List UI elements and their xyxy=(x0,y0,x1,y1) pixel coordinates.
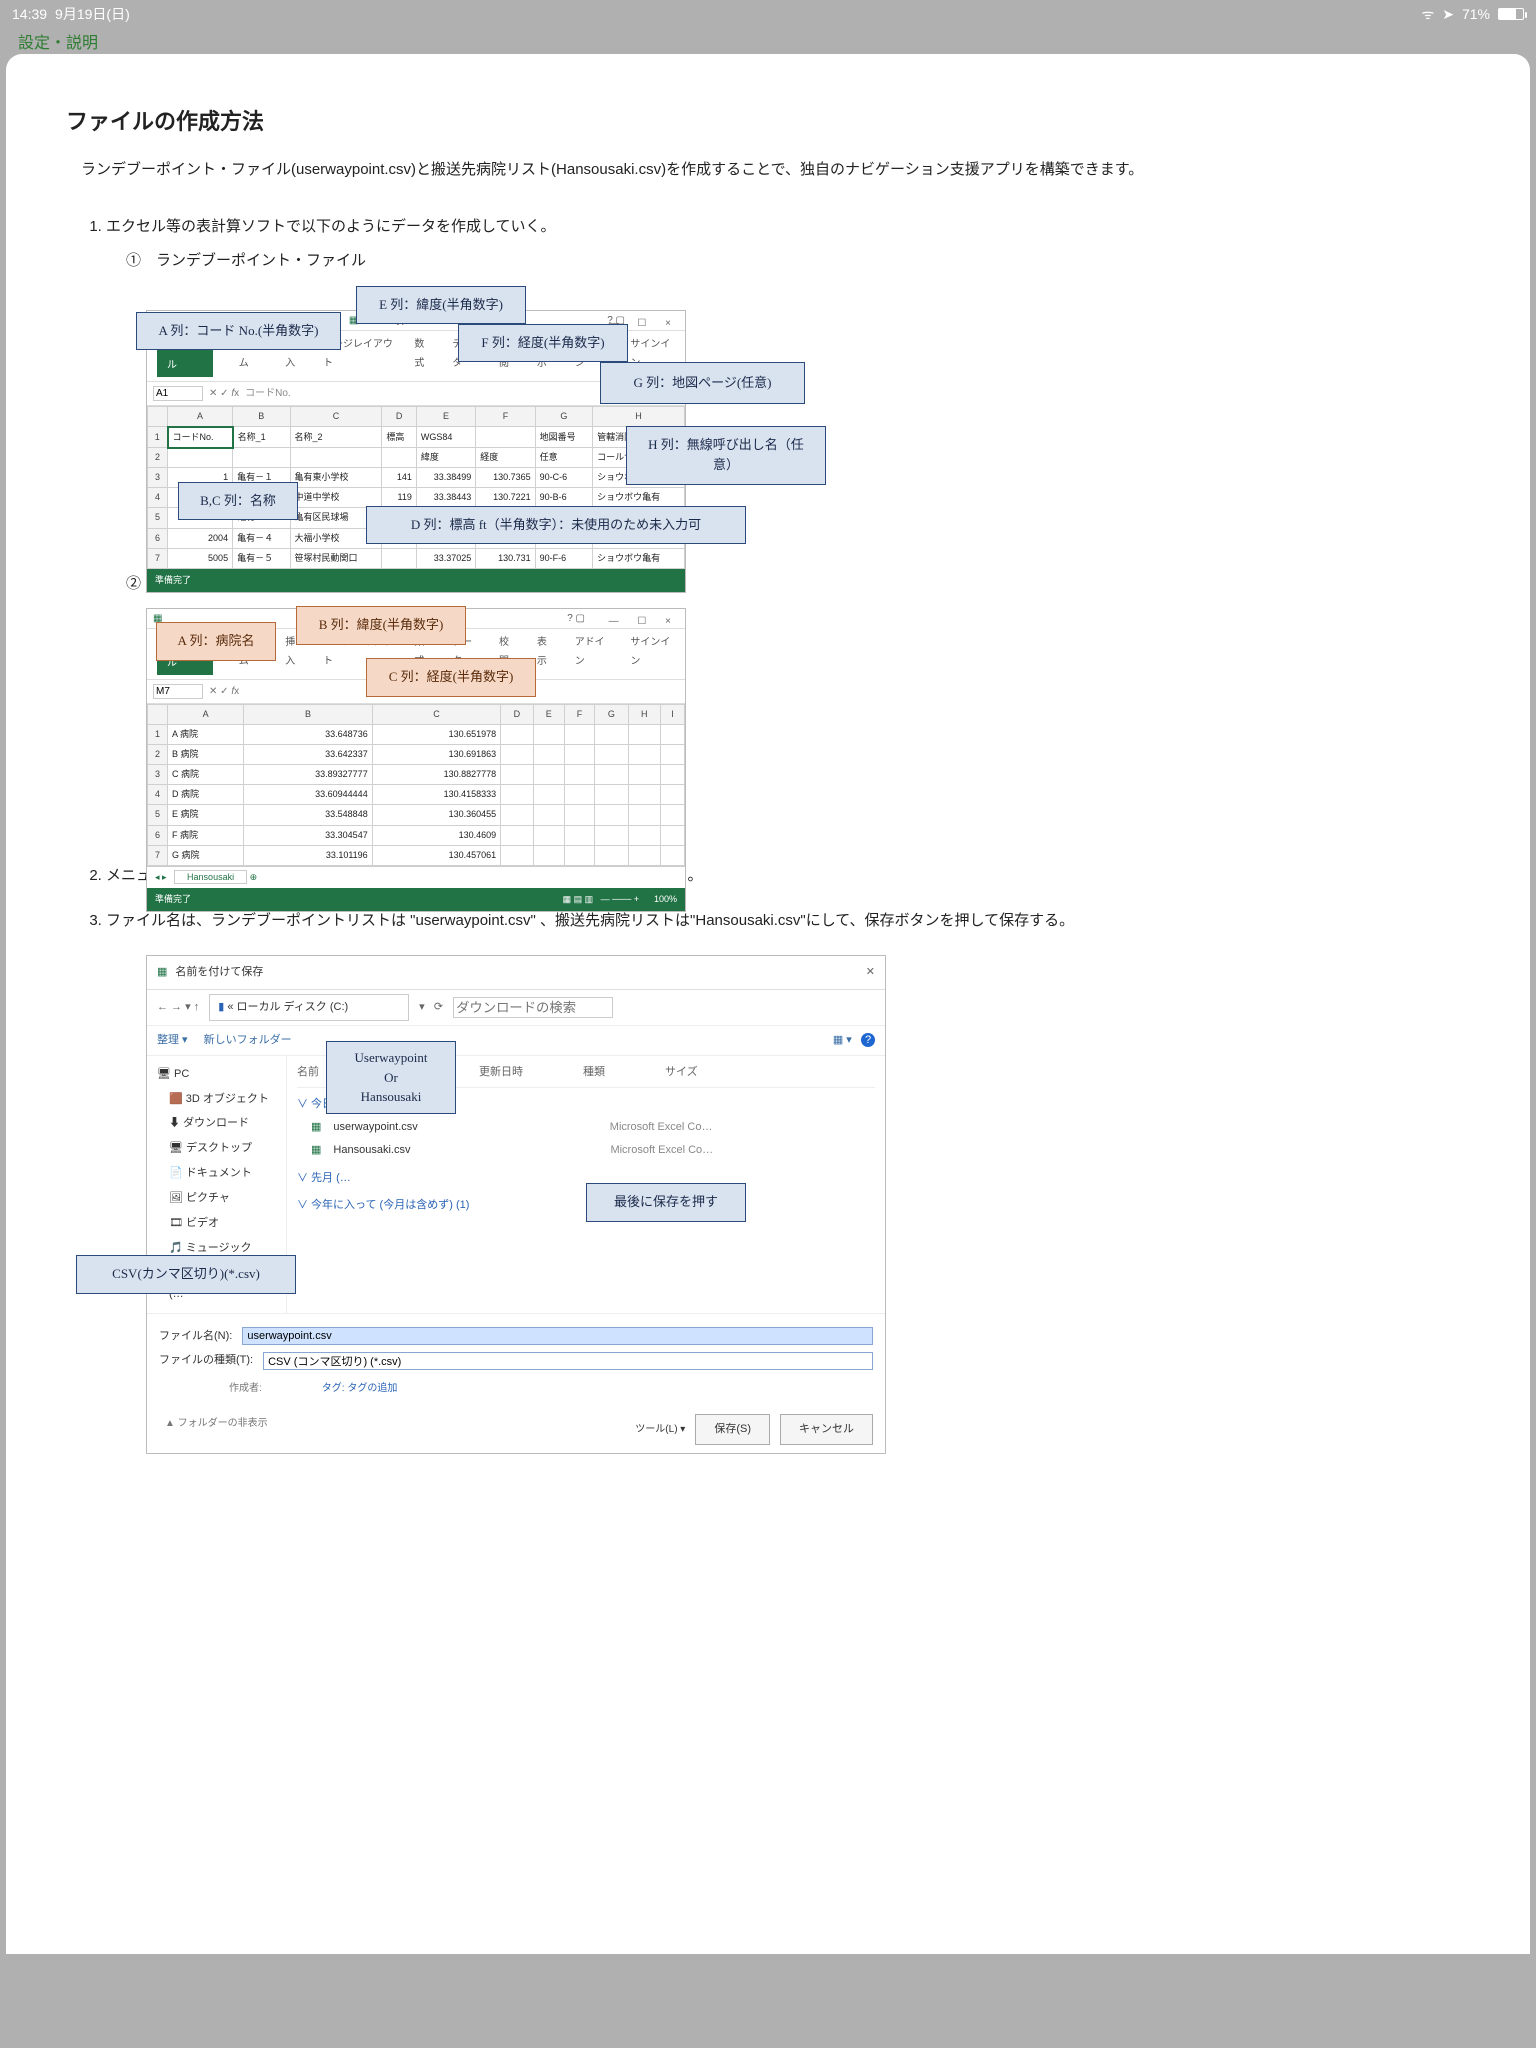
status-bar: 14:39 9月19日(日) ᯤ ➤ 71% xyxy=(0,0,1536,28)
callout-E: E 列：緯度(半角数字) xyxy=(356,286,526,325)
table-row: 7G 病院33.101196130.457061 xyxy=(148,845,685,865)
callout3-file: Userwaypoint Or Hansousaki xyxy=(326,1041,456,1114)
table-row: 1 コードNo. 名称_1 名称_2 標高 WGS84 地図番号 管轄消防 xyxy=(148,427,685,448)
callout-BC: B,C 列：名称 xyxy=(178,482,298,521)
cancel-button[interactable]: キャンセル xyxy=(780,1414,873,1445)
dialog-title: 名前を付けて保存 xyxy=(175,962,263,983)
step-3: ファイル名は、ランデブーポイントリストは "userwaypoint.csv" … xyxy=(106,907,1470,1316)
steps-list: エクセル等の表計算ソフトで以下のようにデータを作成していく。 ① ランデブーポイ… xyxy=(66,213,1470,1316)
figure-2: A 列：病院名 B 列：緯度(半角数字) C 列：経度(半角数字) ▦ ? ▢ … xyxy=(146,608,886,838)
settings-help-link[interactable]: 設定・説明 xyxy=(18,29,98,53)
callout-G: G 列：地図ページ(任意) xyxy=(600,362,805,405)
table-row: 4D 病院33.60944444130.4158333 xyxy=(148,785,685,805)
table-row: 1A 病院33.648736130.651978 xyxy=(148,725,685,745)
callout2-C: C 列：経度(半角数字) xyxy=(366,658,536,697)
callout-D: D 列：標高 ft（半角数字）：未使用のため未入力可 xyxy=(366,506,746,545)
intro-text: ランデブーポイント・ファイル(userwaypoint.csv)と搬送先病院リス… xyxy=(66,156,1470,185)
page-title: ファイルの作成方法 xyxy=(66,104,1470,136)
figure-3: ▦ 名前を付けて保存 ✕ ← → ▾ ↑ ▮ « ローカル ディスク (C:) … xyxy=(146,955,886,1315)
excel1-statusbar: 準備完了 xyxy=(147,569,685,592)
battery-icon xyxy=(1498,8,1524,20)
step1-sub1: ① ランデブーポイント・ファイル xyxy=(126,247,1470,276)
list-item: ▦userwaypoint.csvMicrosoft Excel Co… xyxy=(297,1116,875,1139)
location-icon: ➤ xyxy=(1442,6,1454,23)
step-1: エクセル等の表計算ソフトで以下のようにデータを作成していく。 ① ランデブーポイ… xyxy=(106,213,1470,839)
save-dialog: ▦ 名前を付けて保存 ✕ ← → ▾ ↑ ▮ « ローカル ディスク (C:) … xyxy=(146,955,886,1454)
sheet-tab[interactable]: ◂ ▸ Hansousaki ⊕ xyxy=(147,866,685,888)
namebox[interactable] xyxy=(153,684,203,699)
table-row: 2B 病院33.642337130.691863 xyxy=(148,745,685,765)
figure-1: E 列：緯度(半角数字) A 列：コード No.(半角数字) F 列：経度(半角… xyxy=(146,286,886,546)
callout-A: A 列：コード No.(半角数字) xyxy=(136,312,341,351)
save-button[interactable]: 保存(S) xyxy=(695,1414,770,1445)
callout3-save: 最後に保存を押す xyxy=(586,1183,746,1222)
document-sheet: ファイルの作成方法 ランデブーポイント・ファイル(userwaypoint.cs… xyxy=(6,54,1530,1954)
callout-H: H 列：無線呼び出し名（任意） xyxy=(626,426,826,486)
callout3-csv: CSV(カンマ区切り)(*.csv) xyxy=(76,1255,296,1294)
callout2-A: A 列：病院名 xyxy=(156,622,276,661)
excel2-grid[interactable]: ABCDEFGHI 1A 病院33.648736130.651978 2B 病院… xyxy=(147,704,685,866)
excel2-statusbar: 準備完了 ▦ ▤ ▥ — ─── + 100% xyxy=(147,888,685,911)
list-item: ▦Hansousaki.csvMicrosoft Excel Co… xyxy=(297,1139,875,1162)
app-header: 設定・説明 xyxy=(0,28,1536,54)
battery-pct: 71% xyxy=(1462,6,1490,22)
table-row: 3C 病院33.89327777130.8827778 xyxy=(148,765,685,785)
search-input[interactable] xyxy=(453,997,613,1018)
status-date: 9月19日(日) xyxy=(55,4,130,24)
table-row: 75005亀有－５笹塚村民動関口33.37025130.73190-F-6ショウ… xyxy=(148,548,685,568)
close-icon[interactable]: ✕ xyxy=(866,962,875,983)
excel-icon: ▦ xyxy=(157,962,167,983)
dialog-nav[interactable]: ← → ▾ ↑ ▮ « ローカル ディスク (C:) ▾ ⟳ xyxy=(147,990,885,1026)
wifi-icon: ᯤ xyxy=(1421,5,1434,24)
filetype-select[interactable] xyxy=(263,1352,873,1370)
namebox[interactable] xyxy=(153,386,203,401)
table-row: 2 緯度経度任意コールサイン xyxy=(148,448,685,468)
status-time: 14:39 xyxy=(12,6,47,22)
table-row: 5E 病院33.548848130.360455 xyxy=(148,805,685,825)
callout2-B: B 列：緯度(半角数字) xyxy=(296,606,466,645)
filename-input[interactable] xyxy=(242,1327,873,1345)
window-buttons[interactable]: — ☐ × xyxy=(609,612,679,631)
table-row: 6F 病院33.304547130.4609 xyxy=(148,825,685,845)
dialog-toolbar[interactable]: 整理 ▾ 新しいフォルダー ▦ ▾ ? xyxy=(147,1026,885,1056)
callout-F: F 列：経度(半角数字) xyxy=(458,324,628,363)
